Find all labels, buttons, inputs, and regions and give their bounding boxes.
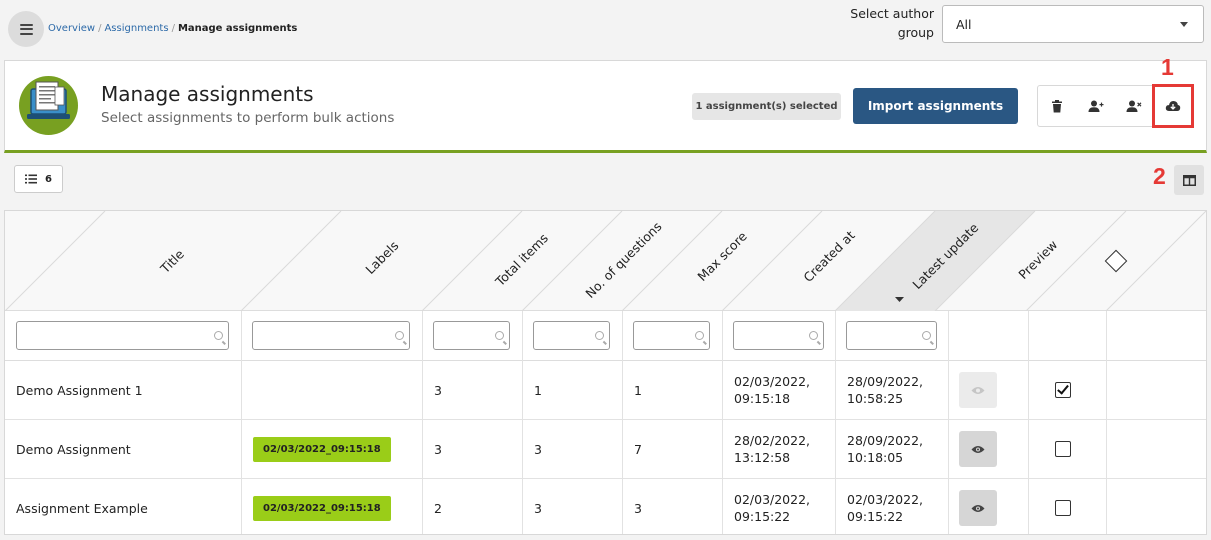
row-checkbox[interactable] xyxy=(1055,500,1071,516)
filter-max-score-input[interactable] xyxy=(633,321,710,350)
cell-questions: 3 xyxy=(534,500,542,516)
breadcrumb-overview[interactable]: Overview xyxy=(48,23,95,34)
eye-icon xyxy=(971,445,985,453)
breadcrumb-assignments[interactable]: Assignments xyxy=(104,23,168,34)
annotation-1: 1 xyxy=(1161,54,1174,80)
cloud-download-icon xyxy=(1165,101,1180,111)
table-header: Title Labels Total items No. of question… xyxy=(5,211,1206,311)
unassign-user-button[interactable] xyxy=(1115,86,1154,126)
row-count-value: 6 xyxy=(45,173,52,185)
cell-select xyxy=(1055,479,1071,534)
cell-max-score: 1 xyxy=(634,382,642,398)
cell-questions: 3 xyxy=(534,441,542,457)
cell-preview xyxy=(959,361,997,419)
cell-labels: 02/03/2022_09:15:18 xyxy=(253,420,391,478)
cell-created-at: 28/02/2022, 13:12:58 xyxy=(734,433,811,465)
cell-title: Demo Assignment 1 xyxy=(16,382,143,398)
author-group-value: All xyxy=(956,16,972,32)
cell-created-at: 02/03/2022, 09:15:18 xyxy=(734,374,811,406)
columns-icon xyxy=(1182,174,1196,186)
assignment-laptop-icon xyxy=(19,76,78,135)
author-group-select[interactable]: All xyxy=(942,5,1204,43)
cell-select xyxy=(1055,361,1071,419)
cell-title: Assignment Example xyxy=(16,500,148,516)
table-row: Assignment Example 02/03/2022_09:15:18 2… xyxy=(5,479,1206,534)
search-icon xyxy=(395,331,404,340)
assignments-table: Title Labels Total items No. of question… xyxy=(4,210,1207,535)
cell-total-items: 2 xyxy=(434,500,442,516)
export-button[interactable] xyxy=(1151,84,1194,128)
annotation-2: 2 xyxy=(1153,163,1166,189)
search-icon xyxy=(214,331,223,340)
table-row: Demo Assignment 02/03/2022_09:15:18 3 3 … xyxy=(5,420,1206,479)
preview-button[interactable] xyxy=(959,431,997,467)
trash-icon xyxy=(1052,99,1063,112)
cell-latest-update: 28/09/2022, 10:58:25 xyxy=(847,374,924,406)
caret-down-icon xyxy=(1180,22,1188,27)
cell-max-score: 3 xyxy=(634,500,642,516)
import-assignments-button[interactable]: Import assignments xyxy=(853,88,1018,124)
row-checkbox[interactable] xyxy=(1055,441,1071,457)
search-icon xyxy=(809,331,818,340)
filter-title-input[interactable] xyxy=(16,321,229,350)
row-count-button[interactable]: 6 xyxy=(14,165,63,193)
cell-select xyxy=(1055,420,1071,478)
cell-latest-update: 02/03/2022, 09:15:22 xyxy=(847,492,924,524)
top-bar: Overview / Assignments / Manage assignments … xyxy=(0,0,1211,58)
preview-button xyxy=(959,372,997,408)
cell-total-items: 3 xyxy=(434,441,442,457)
breadcrumb-current: Manage assignments xyxy=(177,23,298,34)
list-icon xyxy=(25,174,38,184)
breadcrumb: Overview / Assignments / Manage assignments xyxy=(48,23,298,34)
filter-labels-input[interactable] xyxy=(252,321,410,350)
filter-row xyxy=(5,311,1206,361)
author-group-label: Select author group xyxy=(850,6,934,40)
filter-latest-update-input[interactable] xyxy=(846,321,937,350)
eye-icon xyxy=(971,386,985,394)
label-chip[interactable]: 02/03/2022_09:15:18 xyxy=(253,495,391,521)
eye-icon xyxy=(971,504,985,512)
hamburger-icon xyxy=(19,23,33,35)
page-subtitle: Select assignments to perform bulk actio… xyxy=(101,110,395,126)
cell-preview xyxy=(959,479,997,534)
cell-total-items: 3 xyxy=(434,382,442,398)
cell-preview xyxy=(959,420,997,478)
preview-button[interactable] xyxy=(959,490,997,526)
delete-button[interactable] xyxy=(1038,86,1077,126)
assign-user-button[interactable] xyxy=(1077,86,1116,126)
label-chip[interactable]: 02/03/2022_09:15:18 xyxy=(253,436,391,462)
search-icon xyxy=(595,331,604,340)
selection-count-badge: 1 assignment(s) selected xyxy=(692,93,841,120)
cell-title: Demo Assignment xyxy=(16,441,131,457)
filter-created-at-input[interactable] xyxy=(733,321,824,350)
page-header: Manage assignments Select assignments to… xyxy=(4,60,1207,153)
cell-created-at: 02/03/2022, 09:15:22 xyxy=(734,492,811,524)
cell-labels: 02/03/2022_09:15:18 xyxy=(253,479,391,534)
cell-questions: 1 xyxy=(534,382,542,398)
bulk-action-group xyxy=(1037,84,1194,128)
search-icon xyxy=(695,331,704,340)
table-row: Demo Assignment 1 3 1 1 02/03/2022, 09:15… xyxy=(5,361,1206,420)
user-remove-icon xyxy=(1126,100,1142,112)
page-title: Manage assignments xyxy=(101,82,314,106)
search-icon xyxy=(495,331,504,340)
filter-total-items-input[interactable] xyxy=(433,321,510,350)
cell-max-score: 7 xyxy=(634,441,642,457)
user-plus-icon xyxy=(1088,100,1104,112)
column-settings-button[interactable] xyxy=(1174,165,1204,195)
row-checkbox[interactable] xyxy=(1055,382,1071,398)
menu-button[interactable] xyxy=(8,11,44,47)
filter-questions-input[interactable] xyxy=(533,321,610,350)
search-icon xyxy=(922,331,931,340)
cell-latest-update: 28/09/2022, 10:18:05 xyxy=(847,433,924,465)
